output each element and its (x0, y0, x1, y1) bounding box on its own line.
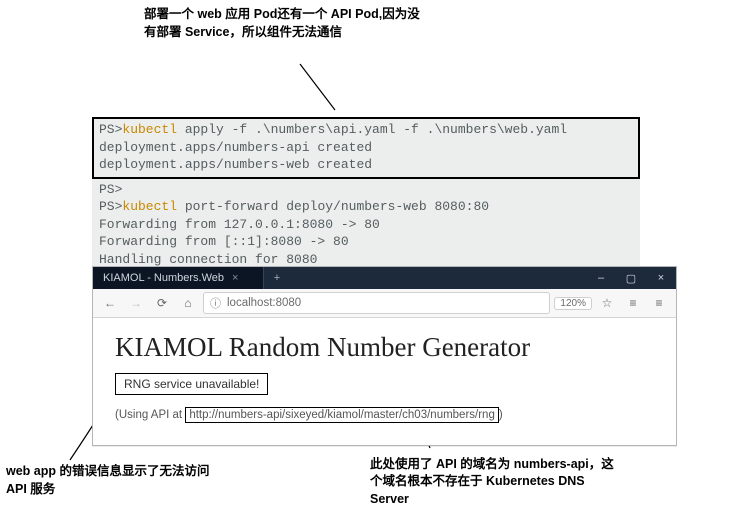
kubectl-cmd: kubectl (122, 122, 177, 137)
nav-reload-button[interactable]: ⟳ (151, 296, 173, 310)
annotation-bottom-left: web app 的错误信息显示了无法访问 API 服务 (6, 463, 216, 498)
terminal-command-block: PS>kubectl apply -f .\numbers\api.yaml -… (92, 117, 640, 179)
terminal-line: deployment.apps/numbers-api created (99, 139, 633, 157)
prompt: PS> (99, 122, 122, 137)
page-content: KIAMOL Random Number Generator RNG servi… (93, 318, 676, 445)
cmd1-args: apply -f .\numbers\api.yaml -f .\numbers… (177, 122, 567, 137)
window-maximize-button[interactable]: ▢ (616, 267, 646, 289)
error-message: RNG service unavailable! (115, 373, 268, 395)
browser-tab[interactable]: KIAMOL - Numbers.Web × (93, 267, 264, 289)
tab-close-icon[interactable]: × (232, 272, 238, 284)
browser-titlebar: KIAMOL - Numbers.Web × + – ▢ × (93, 267, 676, 289)
annotation-top: 部署一个 web 应用 Pod还有一个 API Pod,因为没有部署 Servi… (144, 6, 424, 41)
nav-home-button[interactable]: ⌂ (177, 296, 199, 310)
prompt: PS> (99, 199, 122, 214)
page-title: KIAMOL Random Number Generator (115, 332, 654, 363)
terminal-remaining: PS> PS>kubectl port-forward deploy/numbe… (92, 179, 640, 275)
url-text: localhost:8080 (227, 297, 301, 309)
window-close-button[interactable]: × (646, 267, 676, 289)
tab-title: KIAMOL - Numbers.Web (103, 272, 224, 284)
site-info-icon[interactable]: ⓘ (210, 295, 221, 311)
api-suffix: ) (499, 409, 503, 421)
terminal-line: deployment.apps/numbers-web created (99, 156, 633, 174)
api-line: (Using API at http://numbers-api/sixeyed… (115, 407, 654, 423)
address-bar[interactable]: ⓘ localhost:8080 (203, 292, 550, 314)
api-prefix: (Using API at (115, 409, 182, 421)
new-tab-button[interactable]: + (264, 267, 290, 289)
terminal-line: Forwarding from [::1]:8080 -> 80 (99, 233, 633, 251)
api-url: http://numbers-api/sixeyed/kiamol/master… (185, 407, 499, 423)
nav-back-button[interactable]: ← (99, 296, 121, 310)
terminal-output: PS>kubectl apply -f .\numbers\api.yaml -… (92, 117, 640, 274)
library-icon[interactable]: ≡ (622, 296, 644, 310)
window-minimize-button[interactable]: – (586, 267, 616, 289)
browser-window: KIAMOL - Numbers.Web × + – ▢ × ← → ⟳ ⌂ ⓘ… (92, 266, 677, 446)
annotation-bottom-right: 此处使用了 API 的域名为 numbers-api，这个域名根本不存在于 Ku… (370, 456, 620, 509)
bookmark-icon[interactable]: ☆ (596, 296, 618, 310)
prompt: PS> (99, 182, 122, 197)
nav-forward-button[interactable]: → (125, 296, 147, 310)
menu-icon[interactable]: ≡ (648, 296, 670, 310)
terminal-line: Forwarding from 127.0.0.1:8080 -> 80 (99, 216, 633, 234)
cmd2-args: port-forward deploy/numbers-web 8080:80 (177, 199, 489, 214)
kubectl-cmd: kubectl (122, 199, 177, 214)
browser-toolbar: ← → ⟳ ⌂ ⓘ localhost:8080 120% ☆ ≡ ≡ (93, 289, 676, 318)
zoom-badge[interactable]: 120% (554, 297, 592, 310)
